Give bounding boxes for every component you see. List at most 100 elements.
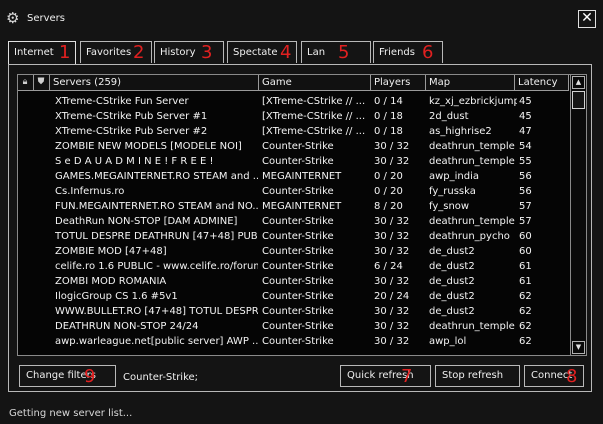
scroll-thumb[interactable] [572, 91, 585, 109]
server-latency: 62 [519, 306, 532, 317]
table-row[interactable]: celife.ro 1.6 PUBLIC - www.celife.ro/for… [18, 259, 569, 274]
server-players: 0 / 20 [374, 171, 403, 182]
table-row[interactable]: ZOMBI MOD ROMANIA Counter-Strike 30 / 32 de… [18, 274, 569, 289]
server-players: 0 / 18 [374, 111, 403, 122]
server-latency: 61 [519, 276, 532, 287]
server-players: 0 / 20 [374, 186, 403, 197]
server-map: de_dust2 [429, 276, 475, 287]
tab-favorites[interactable]: Favorites 2 [80, 41, 152, 63]
server-name: XTreme-CStrike Pub Server #2 [55, 126, 208, 137]
tab-history[interactable]: History 3 [154, 41, 224, 63]
servers-window: ⚙ Servers ✕ Internet 1 Favorites 2 Histo… [0, 0, 603, 424]
server-name: FUN.MEGAINTERNET.RO STEAM and NO... [55, 201, 258, 212]
column-servers[interactable]: Servers (259) [50, 75, 259, 91]
tab-label: Lan [307, 47, 326, 58]
server-players: 30 / 32 [374, 216, 410, 227]
tab-number-annotation: 4 [280, 42, 292, 63]
table-row[interactable]: awp.warleague.net[public server] AWP ...… [18, 334, 569, 349]
server-game: Counter-Strike [262, 336, 334, 347]
server-players: 6 / 24 [374, 261, 403, 272]
server-map: awp_lol [429, 336, 467, 347]
server-name: awp.warleague.net[public server] AWP ... [55, 336, 258, 347]
tab-label: Friends [379, 47, 415, 58]
table-row[interactable]: FUN.MEGAINTERNET.RO STEAM and NO... MEGAI… [18, 199, 569, 214]
table-row[interactable]: XTreme-CStrike Pub Server #1 [XTreme-CStr… [18, 109, 569, 124]
table-row[interactable]: XTreme-CStrike Fun Server [XTreme-CStrike… [18, 94, 569, 109]
list-header: 🔒︎ ⛊ Servers (259) Game Players Map Late… [18, 75, 569, 91]
server-game: [XTreme-CStrike // ... [262, 126, 366, 137]
server-players: 30 / 32 [374, 321, 410, 332]
table-row[interactable]: S e D A U A D M I N E ! F R E E ! Counter… [18, 154, 569, 169]
server-name: GAMES.MEGAINTERNET.RO STEAM and ... [55, 171, 258, 182]
server-game: Counter-Strike [262, 276, 334, 287]
column-players[interactable]: Players [371, 75, 426, 91]
server-latency: 60 [519, 246, 532, 257]
shield-icon: ⛊ [37, 77, 45, 87]
server-name: XTreme-CStrike Fun Server [55, 96, 189, 107]
scroll-up-button[interactable]: ▲ [572, 76, 585, 89]
tab-internet[interactable]: Internet 1 [8, 41, 76, 65]
column-map[interactable]: Map [426, 75, 515, 91]
server-players: 30 / 32 [374, 156, 410, 167]
server-game: Counter-Strike [262, 216, 334, 227]
server-latency: 61 [519, 261, 532, 272]
quick-refresh-button[interactable]: Quick refresh 7 [340, 365, 431, 387]
scroll-down-button[interactable]: ▼ [572, 341, 585, 354]
server-game: MEGAINTERNET [262, 201, 342, 212]
server-players: 0 / 14 [374, 96, 403, 107]
server-players: 30 / 32 [374, 141, 410, 152]
table-row[interactable]: DeathRun NON-STOP [DAM ADMINE] Counter-St… [18, 214, 569, 229]
server-latency: 55 [519, 156, 532, 167]
server-map: de_dust2 [429, 261, 475, 272]
server-latency: 45 [519, 96, 532, 107]
server-players: 8 / 20 [374, 201, 403, 212]
table-row[interactable]: IlogicGroup CS 1.6 #5v1 Counter-Strike 20 … [18, 289, 569, 304]
button-label: Stop refresh [442, 370, 504, 381]
table-row[interactable]: TOTUL DESPRE DEATHRUN [47+48] PUB... Coun… [18, 229, 569, 244]
table-row[interactable]: DEATHRUN NON-STOP 24/24 Counter-Strike 30 … [18, 319, 569, 334]
server-name: IlogicGroup CS 1.6 #5v1 [55, 291, 178, 302]
close-button[interactable]: ✕ [578, 10, 596, 28]
table-row[interactable]: Cs.Infernus.ro Counter-Strike 0 / 20 fy_rus… [18, 184, 569, 199]
table-row[interactable]: GAMES.MEGAINTERNET.RO STEAM and ... MEGAI… [18, 169, 569, 184]
server-name: WWW.BULLET.RO [47+48] TOTUL DESPR... [55, 306, 258, 317]
change-filters-button[interactable]: Change filters 9 [19, 365, 116, 387]
table-row[interactable]: ZOMBIE NEW MODELS [MODELE NOI] Counter-St… [18, 139, 569, 154]
server-latency: 62 [519, 336, 532, 347]
server-name: ZOMBIE NEW MODELS [MODELE NOI] [55, 141, 242, 152]
server-name: ZOMBIE MOD [47+48] [55, 246, 167, 257]
server-map: de_dust2 [429, 246, 475, 257]
tab-lan[interactable]: Lan 5 [301, 41, 371, 63]
server-players: 30 / 32 [374, 231, 410, 242]
server-game: Counter-Strike [262, 246, 334, 257]
server-players: 30 / 32 [374, 336, 410, 347]
tab-friends[interactable]: Friends 6 [373, 41, 443, 63]
server-latency: 54 [519, 141, 532, 152]
column-secure[interactable]: ⛊ [34, 75, 50, 91]
column-latency[interactable]: Latency [515, 75, 569, 91]
stop-refresh-button[interactable]: Stop refresh [435, 365, 520, 387]
server-game: MEGAINTERNET [262, 171, 342, 182]
server-game: Counter-Strike [262, 156, 334, 167]
server-map: as_highrise2 [429, 126, 492, 137]
server-map: de_dust2 [429, 306, 475, 317]
server-players: 30 / 32 [374, 306, 410, 317]
connect-button[interactable]: Connect 8 [524, 365, 584, 387]
column-password[interactable]: 🔒︎ [18, 75, 34, 91]
list-scrollbar[interactable]: ▲ ▼ [570, 75, 586, 355]
server-game: Counter-Strike [262, 306, 334, 317]
table-row[interactable]: WWW.BULLET.RO [47+48] TOTUL DESPR... Coun… [18, 304, 569, 319]
server-map: deathrun_temple [429, 141, 515, 152]
tab-spectate[interactable]: Spectate 4 [227, 41, 297, 63]
table-row[interactable]: ZOMBIE MOD [47+48] Counter-Strike 30 / 32 d… [18, 244, 569, 259]
server-name: TOTUL DESPRE DEATHRUN [47+48] PUB... [55, 231, 258, 242]
server-game: Counter-Strike [262, 141, 334, 152]
table-row[interactable]: XTreme-CStrike Pub Server #2 [XTreme-CStr… [18, 124, 569, 139]
server-map: 2d_dust [429, 111, 469, 122]
server-game: Counter-Strike [262, 261, 334, 272]
server-latency: 57 [519, 201, 532, 212]
server-name: celife.ro 1.6 PUBLIC - www.celife.ro/for… [55, 261, 258, 272]
column-game[interactable]: Game [259, 75, 371, 91]
server-latency: 62 [519, 291, 532, 302]
server-name: DEATHRUN NON-STOP 24/24 [55, 321, 199, 332]
